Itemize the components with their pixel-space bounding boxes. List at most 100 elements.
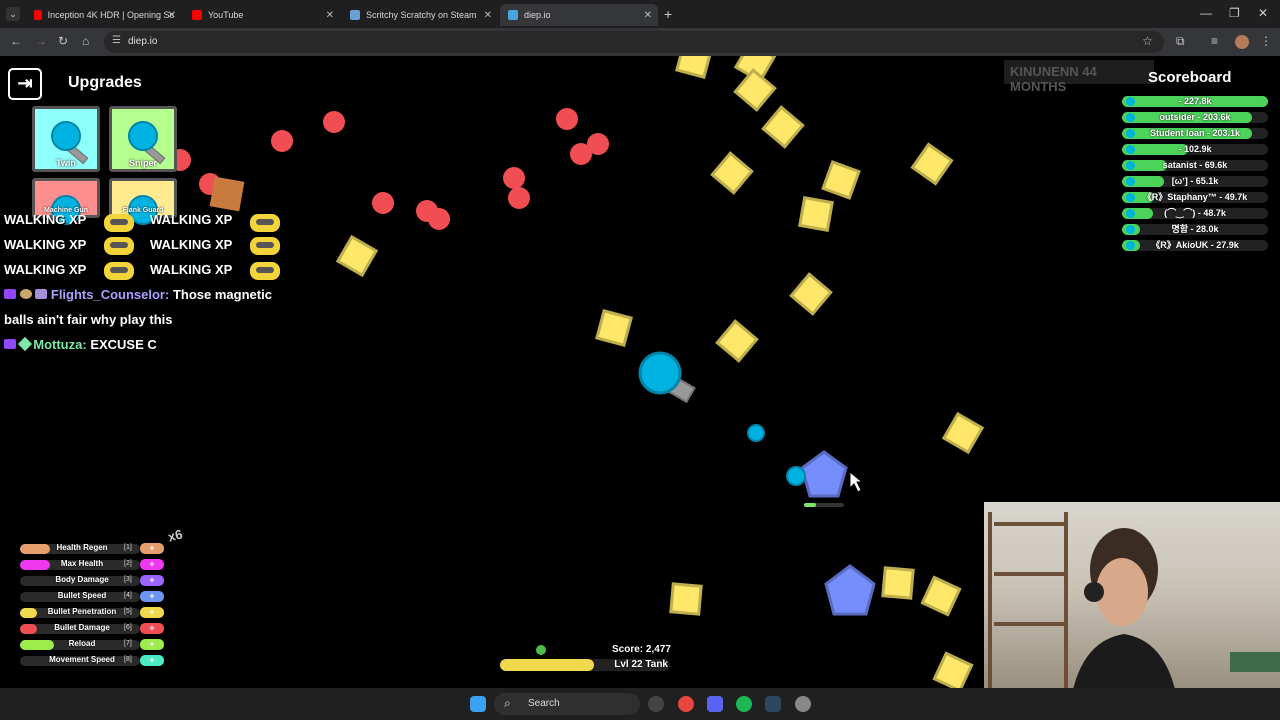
scoreboard-entry: (⌒‿⌒) - 48.7k — [1164, 208, 1226, 218]
faded-overlay-text: KINUNENN 44 MONTHS — [1004, 60, 1154, 94]
restore-icon[interactable]: ❐ — [1229, 6, 1240, 20]
stat-upgrade-button[interactable]: + — [140, 559, 164, 570]
back-icon[interactable]: ← — [10, 34, 22, 48]
screen: ⌄ Inception 4K HDR | Opening Sc ✕ YouTub… — [0, 0, 1280, 720]
settings-icon[interactable] — [795, 696, 811, 712]
square — [733, 68, 777, 112]
media-control-icon[interactable]: ≡ — [1211, 34, 1218, 48]
steam-favicon-icon — [350, 10, 360, 20]
red-shape — [323, 111, 345, 133]
taskbar: ⌕ Search — [0, 688, 1280, 720]
upgrade-card-sniper[interactable]: Sniper — [109, 106, 177, 172]
address-bar[interactable]: ☰ diep.io — [104, 31, 1164, 53]
menu-icon[interactable]: ⋮ — [1260, 34, 1272, 48]
tab-close-icon[interactable]: ✕ — [168, 10, 176, 21]
score-text: Score: 2,477 — [612, 644, 671, 655]
chat-message: Mottuza: EXCUSE C — [4, 336, 157, 352]
tab-list-button[interactable]: ⌄ — [6, 7, 20, 21]
tank-icon — [128, 121, 158, 151]
tab-close-icon[interactable]: ✕ — [484, 10, 492, 21]
tank-icon — [51, 121, 81, 151]
tab-diep[interactable]: diep.io ✕ — [500, 4, 658, 26]
exit-icon[interactable]: ⇥ — [8, 68, 42, 100]
site-info-icon[interactable]: ☰ — [112, 35, 121, 46]
browser-tab-bar: ⌄ Inception 4K HDR | Opening Sc ✕ YouTub… — [0, 0, 1280, 28]
green-orb — [536, 645, 546, 655]
profile-avatar[interactable] — [1235, 35, 1249, 49]
chat-walking-xp: WALKING XP — [4, 262, 87, 277]
minion-emote-icon — [104, 237, 134, 255]
chat-text: EXCUSE C — [90, 337, 157, 352]
stat-upgrade-button[interactable]: + — [140, 639, 164, 650]
minimize-icon[interactable]: — — [1200, 6, 1212, 20]
chrome-icon[interactable] — [678, 696, 694, 712]
sub-badge-icon — [4, 339, 16, 349]
square — [761, 105, 805, 149]
scoreboard-entry: satanist - 69.6k — [1162, 160, 1228, 170]
tab-steam[interactable]: Scritchy Scratchy on Steam ✕ — [342, 4, 498, 26]
stat-hotkey: [1] — [124, 544, 132, 551]
square — [675, 56, 713, 79]
health-bar-fill — [804, 503, 816, 507]
stat-row: Movement Speed [8] + — [20, 655, 165, 667]
tank-body — [638, 351, 682, 395]
tab-close-icon[interactable]: ✕ — [326, 10, 334, 21]
reload-icon[interactable]: ↻ — [58, 34, 68, 48]
minion-emote-icon — [250, 237, 280, 255]
new-tab-button[interactable]: + — [664, 6, 672, 22]
red-shape — [556, 108, 578, 130]
stat-row: Bullet Damage [6] + — [20, 623, 165, 635]
scoreboard-row: [ωʼ] - 65.1k — [1122, 176, 1268, 187]
search-icon: ⌕ — [504, 696, 511, 710]
scoreboard-row: - 227.8k — [1122, 96, 1268, 107]
bookmark-star-icon[interactable]: ☆ — [1142, 34, 1153, 48]
square — [715, 319, 759, 363]
stat-row: Bullet Speed [4] + — [20, 591, 165, 603]
square — [881, 566, 915, 600]
steam-icon[interactable] — [765, 696, 781, 712]
taskbar-search[interactable]: ⌕ Search — [494, 693, 640, 715]
browser-toolbar: ← → ↻ ⌂ ☰ diep.io ☆ ⧉ ≡ ⋮ — [0, 28, 1280, 56]
scoreboard-row: 《R》Staphany™ - 49.7k — [1122, 192, 1268, 203]
stat-upgrade-button[interactable]: + — [140, 543, 164, 554]
scoreboard-entry: 《R》Staphany™ - 49.7k — [1142, 192, 1248, 202]
spotify-icon[interactable] — [736, 696, 752, 712]
discord-icon[interactable] — [707, 696, 723, 712]
obs-icon[interactable] — [648, 696, 664, 712]
home-icon[interactable]: ⌂ — [82, 34, 89, 48]
window-close-icon[interactable]: ✕ — [1258, 6, 1268, 20]
upgrade-label: Twin — [56, 158, 76, 168]
chat-walking-xp: WALKING XP — [4, 237, 87, 252]
upgrade-card-twin[interactable]: Twin — [32, 106, 100, 172]
extensions-icon[interactable]: ⧉ — [1176, 34, 1185, 49]
taskbar-search-label: Search — [528, 698, 560, 709]
stat-upgrade-button[interactable]: + — [140, 591, 164, 602]
tab-close-icon[interactable]: ✕ — [644, 10, 652, 21]
tab-inception[interactable]: Inception 4K HDR | Opening Sc ✕ — [26, 4, 182, 26]
red-shape — [508, 187, 530, 209]
chat-walking-xp: WALKING XP — [150, 212, 233, 227]
green-box — [1230, 652, 1280, 672]
chat-walking-xp: WALKING XP — [4, 212, 87, 227]
tab-youtube[interactable]: YouTube ✕ — [184, 4, 340, 26]
forward-icon[interactable]: → — [35, 34, 47, 48]
scoreboard-row: satanist - 69.6k — [1122, 160, 1268, 171]
minion-emote-icon — [104, 214, 134, 232]
stat-upgrade-button[interactable]: + — [140, 575, 164, 586]
pentagon — [824, 564, 876, 616]
diamond-badge-icon — [17, 336, 32, 352]
stat-upgrade-button[interactable]: + — [140, 623, 164, 634]
windows-start-icon[interactable] — [470, 696, 486, 712]
bullet — [786, 466, 806, 486]
square — [789, 272, 833, 316]
upgrades-title: Upgrades — [68, 74, 142, 91]
level-bar: Lvl 22 Tank — [500, 659, 670, 671]
stat-upgrade-button[interactable]: + — [140, 655, 164, 666]
tab-title: Inception 4K HDR | Opening Sc — [47, 10, 174, 20]
stat-row: Max Health [2] + — [20, 559, 165, 571]
tab-title: Scritchy Scratchy on Steam — [366, 10, 477, 20]
shelf-post — [988, 512, 992, 712]
stat-upgrade-button[interactable]: + — [140, 607, 164, 618]
scoreboard-entry: [ωʼ] - 65.1k — [1171, 176, 1219, 186]
orange-square — [209, 176, 245, 212]
